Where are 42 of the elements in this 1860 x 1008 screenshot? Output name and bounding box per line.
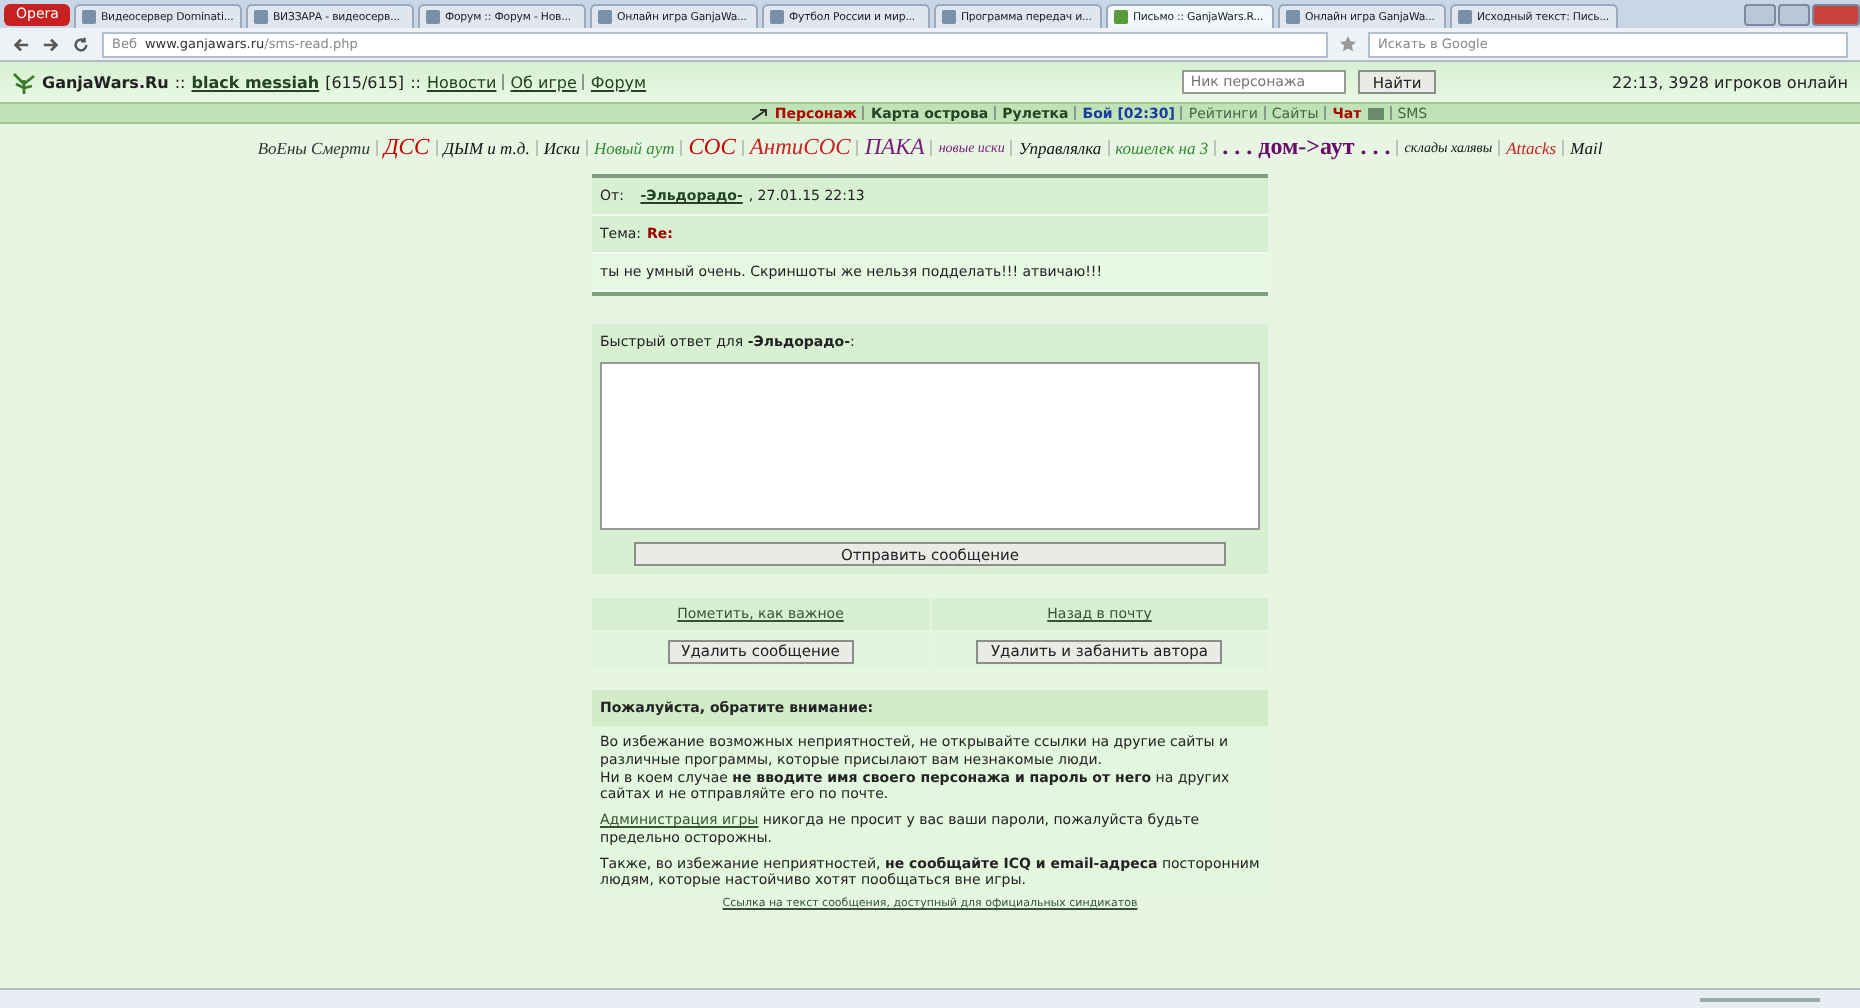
arrow-icon <box>752 107 769 119</box>
close-button[interactable] <box>1812 3 1860 25</box>
clan-link[interactable]: Иски <box>543 137 580 157</box>
clan-link[interactable]: ВоЕны Смерти <box>257 137 370 157</box>
header-link[interactable]: Форум <box>590 73 647 91</box>
page-icon <box>1458 10 1473 24</box>
star-icon[interactable] <box>1340 36 1356 52</box>
header-link[interactable]: Об игре <box>510 73 577 91</box>
chat-icon <box>1367 107 1384 119</box>
page-icon <box>1286 10 1301 24</box>
clan-link[interactable]: ПАКА <box>864 135 925 159</box>
reload-icon[interactable] <box>72 35 90 53</box>
separator: :: <box>410 73 421 91</box>
page-icon <box>598 10 613 24</box>
header-link[interactable]: Новости <box>426 73 497 91</box>
clan-link[interactable]: АнтиСОС <box>749 135 851 159</box>
clan-link[interactable]: ДСС <box>383 135 430 159</box>
clan-link[interactable]: ДЫМ и т.д. <box>443 137 530 157</box>
page-icon <box>426 10 441 24</box>
reply-field[interactable] <box>600 362 1260 530</box>
online-status: 22:13, 3928 игроков онлайн <box>1612 73 1848 91</box>
clan-link[interactable]: СОС <box>688 135 736 159</box>
page-icon <box>82 10 97 24</box>
separator: :: <box>174 73 186 91</box>
page-icon <box>1114 10 1129 24</box>
health-points: [615/615] <box>325 73 405 91</box>
clan-link[interactable]: Управлялка <box>1018 137 1102 157</box>
maximize-button[interactable] <box>1778 3 1810 25</box>
clan-link[interactable]: Новый аут <box>593 137 675 157</box>
user-link[interactable]: black messiah <box>191 73 320 91</box>
page-icon <box>942 10 957 24</box>
minimize-button[interactable] <box>1744 3 1776 25</box>
clan-link[interactable]: . . . дом->аут . . . <box>1222 132 1391 162</box>
page-icon <box>770 10 785 24</box>
site-name: GanjaWars.Ru <box>42 73 169 91</box>
clan-link[interactable]: Attacks <box>1506 137 1557 157</box>
clan-link[interactable]: Mail <box>1570 137 1603 157</box>
back-icon[interactable] <box>12 35 30 53</box>
cannabis-leaf-icon <box>12 70 36 94</box>
clan-link[interactable]: кошелек на 3 <box>1115 137 1209 157</box>
page-icon <box>254 10 269 24</box>
forward-icon[interactable] <box>42 35 60 53</box>
